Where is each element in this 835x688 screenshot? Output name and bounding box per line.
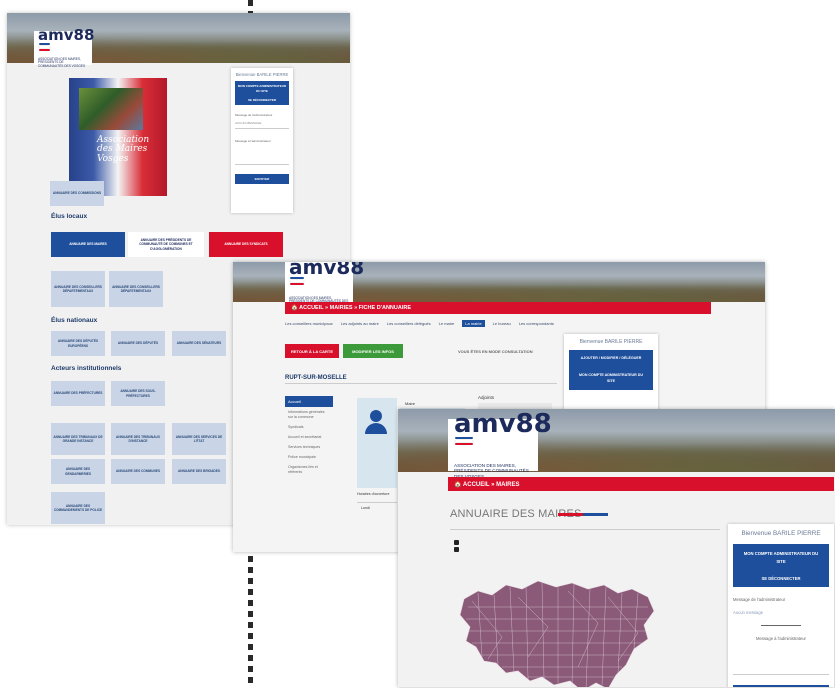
- admin-message-value: Aucun message: [733, 610, 764, 616]
- horaires-label: Horaires d'ouverture: [357, 492, 390, 496]
- tab-maire[interactable]: Le maire: [439, 321, 455, 326]
- tile-communes[interactable]: ANNUAIRE DES COMMUNES: [111, 459, 165, 484]
- flag-icon: [290, 276, 304, 286]
- breadcrumb[interactable]: 🏠 ACCUEIL » MAIRIES » FICHE D'ANNUAIRE: [285, 302, 711, 314]
- welcome-text: Bienvenue BARILE PIERRE: [235, 72, 289, 77]
- admin-message-label: Message de l'administrateur: [235, 113, 273, 117]
- tile-police[interactable]: ANNUAIRE DES COMMANDEMENTS DE POLICE: [51, 492, 105, 524]
- menu-organismes[interactable]: Organismes liés et référents: [285, 462, 333, 477]
- section-elus-nationaux: Élus nationaux: [51, 317, 98, 324]
- logo-subtitle: ASSOCIATION DES MAIRES, PRÉSIDENTS DE CO…: [38, 56, 86, 68]
- site-logo[interactable]: amv88 ASSOCIATION DES MAIRES, PRÉSIDENTS…: [448, 411, 552, 479]
- poster-title: Association des Maires Vosges: [97, 135, 150, 164]
- flag-icon: [39, 42, 50, 52]
- maire-card: [357, 398, 397, 488]
- logo-word: amv88: [38, 27, 94, 58]
- tile-syndicats[interactable]: ANNUAIRE DES SYNDICATS: [209, 232, 283, 257]
- tile-conseillers-2[interactable]: ANNUAIRE DES CONSEILLERS DÉPARTEMENTAUX: [109, 271, 163, 307]
- tab-delegues[interactable]: Les conseillers délégués: [387, 321, 431, 326]
- menu-accueil[interactable]: Accueil: [285, 396, 333, 407]
- site-logo[interactable]: amv88 ASSOCIATION DES MAIRES, PRÉSIDENTS…: [285, 262, 364, 306]
- tab-conseillers[interactable]: Les conseillers municipaux: [285, 321, 333, 326]
- admin-message-value: AUCUN MESSAGE: [235, 121, 289, 129]
- message-textarea[interactable]: [235, 143, 289, 165]
- tab-mairie[interactable]: La mairie: [462, 319, 485, 327]
- tile-sous-prefectures[interactable]: ANNUAIRE DES SOUS-PRÉFECTURES: [111, 381, 165, 406]
- vosges-communes-map[interactable]: [458, 577, 658, 687]
- breadcrumb[interactable]: 🏠 ACCUEIL » MAIRES: [448, 477, 834, 491]
- account-button[interactable]: MON COMPTE ADMINISTRATEUR DU SITE: [733, 544, 829, 572]
- horaires-day: Lundi: [361, 506, 370, 510]
- tab-bureau[interactable]: Le bureau: [493, 321, 511, 326]
- tile-tribunaux-instance[interactable]: ANNUAIRE DES TRIBUNAUX D'INSTANCE: [111, 423, 165, 455]
- menu-police[interactable]: Police municipale: [285, 452, 333, 462]
- tile-deputes-europeens[interactable]: ANNUAIRE DES DÉPUTÉS EUROPÉENS: [51, 331, 105, 356]
- admin-message-label: Message de l'administrateur: [733, 597, 786, 603]
- logout-button[interactable]: SE DÉCONNECTER: [235, 95, 289, 105]
- tile-presidents-communautes[interactable]: ANNUAIRE DES PRÉSIDENTS DE COMMUNAUTÉ DE…: [128, 232, 204, 257]
- menu-infos[interactable]: Informations générales sur la commune: [285, 407, 333, 422]
- tile-services-etat[interactable]: ANNUAIRE DES SERVICES DE L'ÉTAT: [172, 423, 226, 455]
- tile-senateurs[interactable]: ANNUAIRE DES SÉNATEURS: [172, 331, 226, 356]
- divider: [761, 625, 801, 627]
- zoom-in-icon[interactable]: [454, 540, 459, 545]
- section-elus-locaux: Élus locaux: [51, 213, 88, 220]
- zoom-control[interactable]: [454, 540, 460, 554]
- zoom-out-icon[interactable]: [454, 547, 459, 552]
- tab-correspondants[interactable]: Les correspondants: [519, 321, 554, 326]
- mode-consultation-text: VOUS ÊTES EN MODE CONSULTATION: [458, 349, 533, 354]
- maire-label: Maire: [405, 401, 416, 406]
- menu-accueil-secretariat[interactable]: Accueil et secrétariat: [285, 432, 333, 442]
- poster-image: Association des Maires Vosges: [69, 78, 167, 196]
- welcome-text: Bienvenue BARILE PIERRE: [741, 530, 821, 537]
- account-button[interactable]: MON COMPTE ADMINISTRATEUR DU SITE: [569, 366, 653, 391]
- logo-word: amv88: [454, 411, 552, 463]
- account-button[interactable]: MON COMPTE ADMINISTRATEUR DU SITE: [235, 81, 289, 96]
- site-logo[interactable]: amv88 ASSOCIATION DES MAIRES, PRÉSIDENTS…: [34, 27, 94, 67]
- tile-deputes[interactable]: ANNUAIRE DES DÉPUTÉS: [111, 331, 165, 356]
- tile-commissions[interactable]: ANNUAIRE DES COMMISSIONS: [50, 181, 104, 206]
- logout-button[interactable]: SE DÉCONNECTER: [733, 570, 829, 588]
- tile-prefectures[interactable]: ANNUAIRE DES PRÉFECTURES: [51, 381, 105, 406]
- message-textarea[interactable]: [733, 641, 829, 676]
- tile-maires[interactable]: ANNUAIRE DES MAIRES: [51, 232, 125, 257]
- flag-icon: [455, 437, 474, 446]
- section-acteurs: Acteurs institutionnels: [51, 365, 122, 372]
- screenshot-annuaire-maires: amv88 ASSOCIATION DES MAIRES, PRÉSIDENTS…: [398, 409, 835, 687]
- user-sidebar: Bienvenue BARILE PIERRE MON COMPTE ADMIN…: [231, 68, 293, 213]
- logo-word: amv88: [289, 262, 364, 297]
- add-edit-delegate-button[interactable]: AJOUTER / MODIFIER / DÉLÉGUER: [569, 350, 653, 368]
- user-sidebar: Bienvenue BARILE PIERRE MON COMPTE ADMIN…: [728, 524, 834, 687]
- menu-services-techniques[interactable]: Services techniques: [285, 442, 333, 452]
- divider: [450, 529, 720, 530]
- user-avatar-icon: [365, 410, 387, 436]
- tile-brigades[interactable]: ANNUAIRE DES BRIGADES: [172, 459, 226, 484]
- title-underline: [558, 513, 608, 516]
- tile-conseillers-1[interactable]: ANNUAIRE DES CONSEILLERS DÉPARTEMENTAUX: [51, 271, 105, 307]
- divider: [285, 383, 557, 384]
- menu-syndicats[interactable]: Syndicats: [285, 422, 333, 432]
- adjoints-label: Adjoints: [478, 395, 495, 400]
- welcome-text: Bienvenue BARILE PIERRE: [579, 339, 643, 345]
- tab-adjoints[interactable]: Les adjoints au maire: [341, 321, 379, 326]
- edit-info-button[interactable]: MODIFIER LES INFOS: [343, 344, 403, 358]
- send-button[interactable]: ENVOYER: [235, 174, 289, 184]
- tile-gendarmeries[interactable]: ANNUAIRE DES GENDARMERIES: [51, 459, 105, 484]
- connector-dots-bottom: [248, 545, 254, 688]
- commune-name: RUPT-SUR-MOSELLE: [285, 375, 347, 381]
- side-menu: Accueil Informations générales sur la co…: [285, 396, 333, 478]
- tile-tgi[interactable]: ANNUAIRE DES TRIBUNAUX DE GRANDE INSTANC…: [51, 423, 105, 455]
- back-to-map-button[interactable]: RETOUR À LA CARTE: [285, 344, 339, 358]
- tab-bar: Les conseillers municipaux Les adjoints …: [285, 318, 711, 328]
- divider: [357, 502, 397, 503]
